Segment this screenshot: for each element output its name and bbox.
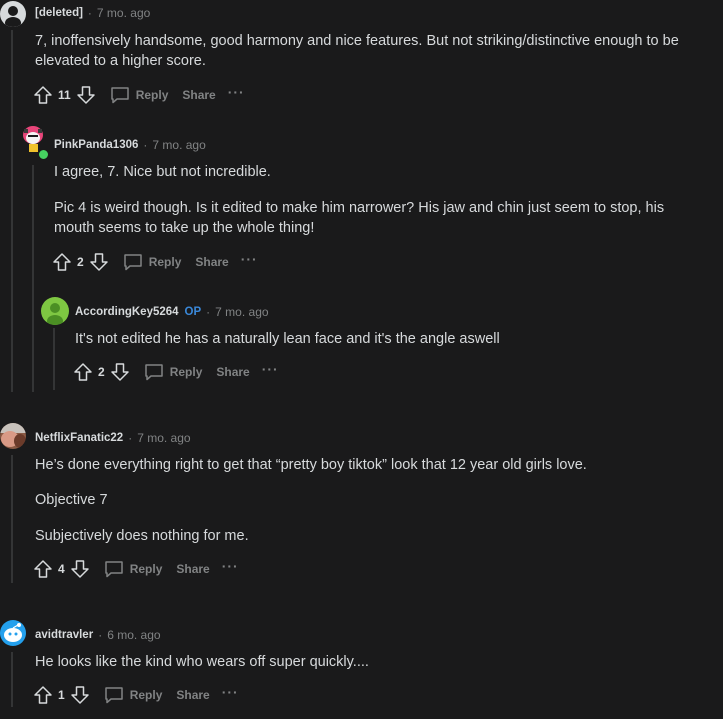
thread-line[interactable]: [11, 30, 13, 392]
more-options-button[interactable]: ···: [228, 85, 245, 99]
comment-body: It's not edited he has a naturally lean …: [75, 329, 695, 349]
reply-label: Reply: [135, 88, 169, 102]
downvote-icon[interactable]: [110, 362, 130, 382]
separator-dot: ·: [128, 431, 133, 445]
comment-bubble-icon: [123, 254, 142, 271]
comment-meta: PinkPanda1306 · 7 mo. ago: [54, 138, 206, 152]
comment-time[interactable]: 6 mo. ago: [107, 628, 160, 642]
separator-dot: ·: [98, 628, 103, 642]
upvote-icon[interactable]: [52, 252, 72, 272]
avatar-avidtravler: [0, 620, 26, 646]
thread-line[interactable]: [11, 455, 13, 583]
separator-dot: ·: [143, 138, 148, 152]
comment-bubble-icon: [104, 561, 123, 578]
comment-meta: NetflixFanatic22 · 7 mo. ago: [35, 431, 191, 445]
vote-count: 1: [58, 688, 65, 702]
share-button[interactable]: Share: [216, 365, 249, 379]
avatar-netflixfanatic: [0, 423, 26, 449]
thread-line[interactable]: [11, 652, 13, 707]
reply-button[interactable]: Reply: [104, 560, 163, 578]
comment-time[interactable]: 7 mo. ago: [215, 305, 268, 319]
more-options-button[interactable]: ···: [241, 252, 258, 266]
more-options-button[interactable]: ···: [222, 559, 239, 573]
comment-time[interactable]: 7 mo. ago: [152, 138, 205, 152]
comment-author[interactable]: avidtravler: [35, 629, 93, 641]
comment-actions: 11 Reply Share ···: [33, 84, 245, 106]
upvote-icon[interactable]: [33, 85, 53, 105]
share-button[interactable]: Share: [195, 255, 228, 269]
comment-author[interactable]: NetflixFanatic22: [35, 432, 123, 444]
vote-count: 2: [77, 255, 84, 269]
reply-button[interactable]: Reply: [144, 363, 203, 381]
upvote-icon[interactable]: [73, 362, 93, 382]
comment-time[interactable]: 7 mo. ago: [97, 6, 150, 20]
comment-bubble-icon: [144, 364, 163, 381]
downvote-icon[interactable]: [76, 85, 96, 105]
comment-paragraph: I agree, 7. Nice but not incredible.: [54, 164, 271, 180]
share-button[interactable]: Share: [182, 88, 215, 102]
vote-count: 2: [98, 365, 105, 379]
comment-meta: avidtravler · 6 mo. ago: [35, 628, 161, 642]
comment-paragraph: It's not edited he has a naturally lean …: [75, 331, 500, 347]
avatar-deleted: [0, 1, 26, 27]
reply-button[interactable]: Reply: [110, 86, 169, 104]
downvote-icon[interactable]: [89, 252, 109, 272]
comment-paragraph: He’s done everything right to get that “…: [35, 457, 587, 473]
comment-paragraph: Subjectively does nothing for me.: [35, 528, 249, 544]
thread-line[interactable]: [32, 165, 34, 392]
comment-body: 7, inoffensively handsome, good harmony …: [35, 31, 695, 71]
online-status-icon: [38, 149, 49, 160]
comment-bubble-icon: [104, 687, 123, 704]
comment-paragraph: Objective 7: [35, 492, 108, 508]
share-button[interactable]: Share: [176, 688, 209, 702]
avatar-accordingkey: [41, 297, 69, 325]
comment-bubble-icon: [110, 87, 129, 104]
comment-author[interactable]: AccordingKey5264: [75, 306, 179, 318]
comment-meta: AccordingKey5264 OP · 7 mo. ago: [75, 305, 269, 319]
share-button[interactable]: Share: [176, 562, 209, 576]
comment-paragraph: He looks like the kind who wears off sup…: [35, 654, 369, 670]
upvote-icon[interactable]: [33, 685, 53, 705]
reply-label: Reply: [148, 255, 182, 269]
comment-meta: [deleted] · 7 mo. ago: [35, 6, 150, 20]
reply-label: Reply: [129, 562, 163, 576]
comment-actions: 2 Reply Share ···: [73, 361, 279, 383]
op-badge: OP: [184, 306, 202, 318]
separator-dot: ·: [206, 305, 211, 319]
comment-time[interactable]: 7 mo. ago: [137, 431, 190, 445]
comment-author[interactable]: PinkPanda1306: [54, 139, 138, 151]
thread-line[interactable]: [53, 328, 55, 390]
downvote-icon[interactable]: [70, 685, 90, 705]
reply-label: Reply: [129, 688, 163, 702]
comment-actions: 2 Reply Share ···: [52, 251, 258, 273]
upvote-icon[interactable]: [33, 559, 53, 579]
separator-dot: ·: [87, 6, 92, 20]
comment-actions: 1 Reply Share ···: [33, 684, 239, 706]
more-options-button[interactable]: ···: [262, 362, 279, 376]
comment-paragraph: 7, inoffensively handsome, good harmony …: [35, 33, 679, 69]
downvote-icon[interactable]: [70, 559, 90, 579]
comment-actions: 4 Reply Share ···: [33, 558, 239, 580]
more-options-button[interactable]: ···: [222, 685, 239, 699]
vote-count: 4: [58, 562, 65, 576]
comment-author: [deleted]: [35, 7, 83, 19]
reply-button[interactable]: Reply: [123, 253, 182, 271]
comment-body: He’s done everything right to get that “…: [35, 455, 695, 546]
comment-paragraph: Pic 4 is weird though. Is it edited to m…: [54, 200, 665, 236]
comment-body: I agree, 7. Nice but not incredible. Pic…: [54, 162, 694, 238]
comment-body: He looks like the kind who wears off sup…: [35, 652, 695, 672]
vote-count: 11: [58, 88, 71, 102]
reply-label: Reply: [169, 365, 203, 379]
reply-button[interactable]: Reply: [104, 686, 163, 704]
